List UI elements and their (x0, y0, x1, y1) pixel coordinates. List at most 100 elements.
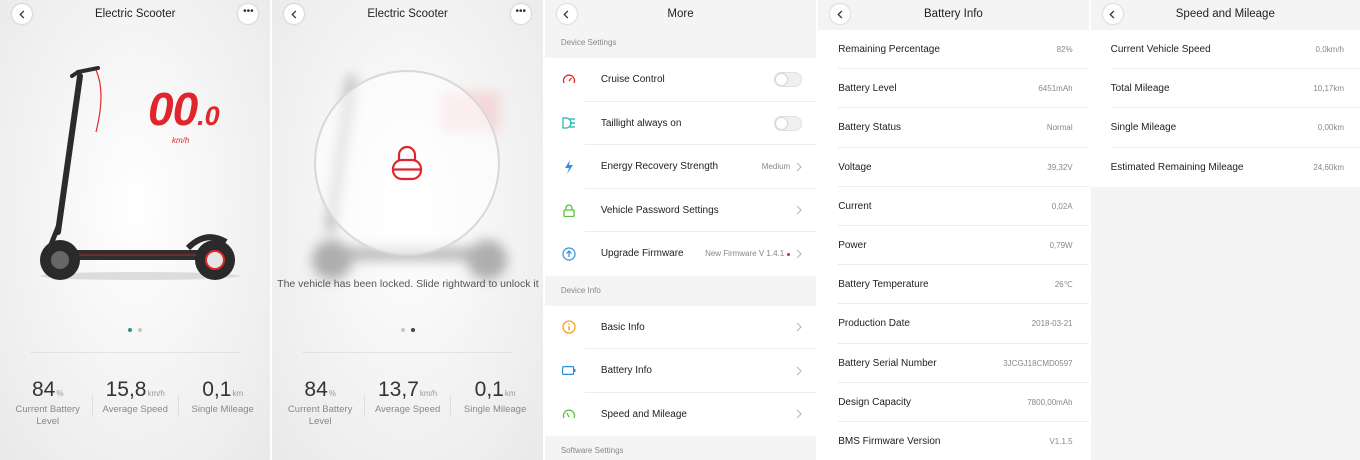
stat-unit: % (56, 389, 64, 398)
lightning-icon (561, 159, 577, 175)
stat-value: 15,8 (105, 378, 147, 401)
device-settings-group: Cruise Control Taillight always on Energ… (544, 58, 817, 276)
info-row: Battery Level 6451mAh (818, 69, 1089, 109)
info-value: 0,02A (1051, 201, 1073, 211)
stats-bar: 84% Current Battery Level 13,7km/h Avera… (276, 378, 538, 428)
stat-value: 13,7 (378, 378, 419, 401)
row-label: Battery Info (600, 365, 652, 377)
back-button[interactable] (556, 4, 577, 24)
taillight-row[interactable]: Taillight always on (545, 102, 817, 146)
stat-value: 0,1 (474, 378, 504, 401)
vehicle-password-row[interactable]: Vehicle Password Settings (545, 189, 817, 233)
info-row: Estimated Remaining Mileage 24,60km (1091, 148, 1360, 187)
info-label: Design Capacity (838, 396, 912, 408)
page-title: Battery Info (924, 8, 983, 20)
back-button[interactable] (1102, 4, 1123, 24)
stat-battery: 84% Current Battery Level (277, 378, 363, 428)
cruise-control-toggle[interactable] (774, 72, 803, 88)
chevron-right-icon (796, 322, 803, 332)
info-label: Battery Status (838, 122, 902, 134)
basic-info-row[interactable]: Basic Info (545, 306, 817, 350)
lock-icon (392, 145, 423, 181)
row-value: New Firmware V 1.4.1 (705, 249, 791, 259)
speed-value: 00 (148, 83, 198, 135)
stat-label: Average Speed (374, 404, 441, 415)
stat-label: Average Speed (102, 404, 168, 415)
chevron-right-icon (796, 249, 803, 259)
speed-decimal: .0 (197, 101, 220, 131)
gauge-icon (561, 72, 577, 88)
ellipsis-icon: ••• (243, 6, 254, 17)
info-row: Battery Temperature 26℃ (818, 265, 1089, 305)
info-row: Single Mileage 0,00km (1091, 108, 1360, 148)
back-button[interactable] (284, 4, 305, 24)
info-label: Battery Serial Number (838, 357, 937, 369)
info-row: Power 0,79W (818, 226, 1089, 266)
more-options-button[interactable]: ••• (510, 4, 531, 24)
row-label: Cruise Control (600, 74, 665, 86)
screens-row: Electric Scooter ••• 00.0 km/h 84% Curre… (0, 0, 1360, 460)
page-title: Electric Scooter (367, 8, 448, 20)
stat-single-mileage: 0,1km Single Mileage (180, 378, 266, 428)
info-label: Total Mileage (1110, 83, 1170, 95)
info-row: Production Date 2018-03-21 (818, 304, 1089, 344)
stat-value: 0,1 (202, 378, 232, 401)
mileage-info-list: Current Vehicle Speed 0,0km/h Total Milea… (1090, 30, 1360, 187)
mileage-topbar: Speed and Mileage (1090, 0, 1360, 28)
battery-icon (561, 363, 577, 379)
device-info-group: Basic Info Battery Info Speed and Mileag… (544, 305, 817, 437)
info-label: Power (838, 240, 867, 252)
info-label: Battery Level (838, 83, 897, 95)
page-indicator[interactable] (0, 328, 270, 332)
row-label: Basic Info (600, 321, 645, 333)
locked-message: The vehicle has been locked. Slide right… (277, 278, 539, 290)
new-badge-dot (787, 252, 791, 256)
stat-unit: km/h (419, 389, 438, 398)
page-dot-active[interactable] (128, 328, 133, 332)
page-indicator[interactable] (272, 328, 542, 332)
chevron-right-icon (796, 366, 803, 376)
energy-recovery-row[interactable]: Energy Recovery Strength Medium (545, 145, 817, 189)
row-label: Energy Recovery Strength (600, 161, 719, 173)
info-label: Voltage (838, 161, 872, 173)
stat-average-speed: 15,8km/h Average Speed (92, 378, 178, 428)
back-button[interactable] (12, 4, 32, 24)
more-options-button[interactable]: ••• (238, 4, 259, 24)
info-label: BMS Firmware Version (838, 435, 941, 447)
unlock-slider[interactable] (314, 70, 501, 256)
taillight-toggle[interactable] (774, 115, 803, 131)
divider (30, 352, 241, 353)
battery-info-row[interactable]: Battery Info (545, 349, 817, 393)
ellipsis-icon: ••• (515, 6, 527, 17)
dashboard-screen: Electric Scooter ••• 00.0 km/h 84% Curre… (0, 0, 271, 460)
row-label: Upgrade Firmware (600, 248, 684, 260)
page-dot[interactable] (400, 328, 405, 332)
info-value: 2018-03-21 (1031, 319, 1073, 329)
cruise-control-row[interactable]: Cruise Control (545, 58, 817, 102)
page-dot[interactable] (138, 328, 143, 332)
info-row: Current 0,02A (818, 187, 1089, 227)
divider (302, 352, 513, 353)
info-value: 26℃ (1054, 280, 1073, 290)
stats-bar: 84% Current Battery Level 15,8km/h Avera… (4, 378, 266, 428)
battery-info-screen: Battery Info Remaining Percentage 82% Bat… (818, 0, 1089, 460)
row-value: Medium (761, 162, 791, 172)
locked-topbar: Electric Scooter ••• (272, 0, 542, 28)
info-icon (561, 319, 577, 335)
info-value: 6451mAh (1038, 84, 1073, 94)
firmware-version-text: New Firmware V 1.4.1 (705, 249, 785, 259)
info-value: 0,00km (1317, 123, 1345, 133)
stat-value: 84 (304, 378, 328, 401)
chevron-right-icon (796, 409, 803, 419)
info-row: BMS Firmware Version V1.1.5 (818, 422, 1088, 460)
speed-mileage-row[interactable]: Speed and Mileage (545, 393, 816, 437)
stat-unit: km (504, 389, 516, 398)
upgrade-firmware-row[interactable]: Upgrade Firmware New Firmware V 1.4.1 (545, 232, 816, 276)
stat-single-mileage: 0,1km Single Mileage (452, 378, 538, 428)
info-label: Production Date (838, 318, 910, 330)
stat-average-speed: 13,7km/h Average Speed (365, 378, 451, 428)
stat-label: Single Mileage (191, 404, 254, 415)
page-title: Speed and Mileage (1175, 8, 1275, 20)
page-dot-active[interactable] (410, 328, 415, 332)
back-button[interactable] (830, 4, 851, 24)
